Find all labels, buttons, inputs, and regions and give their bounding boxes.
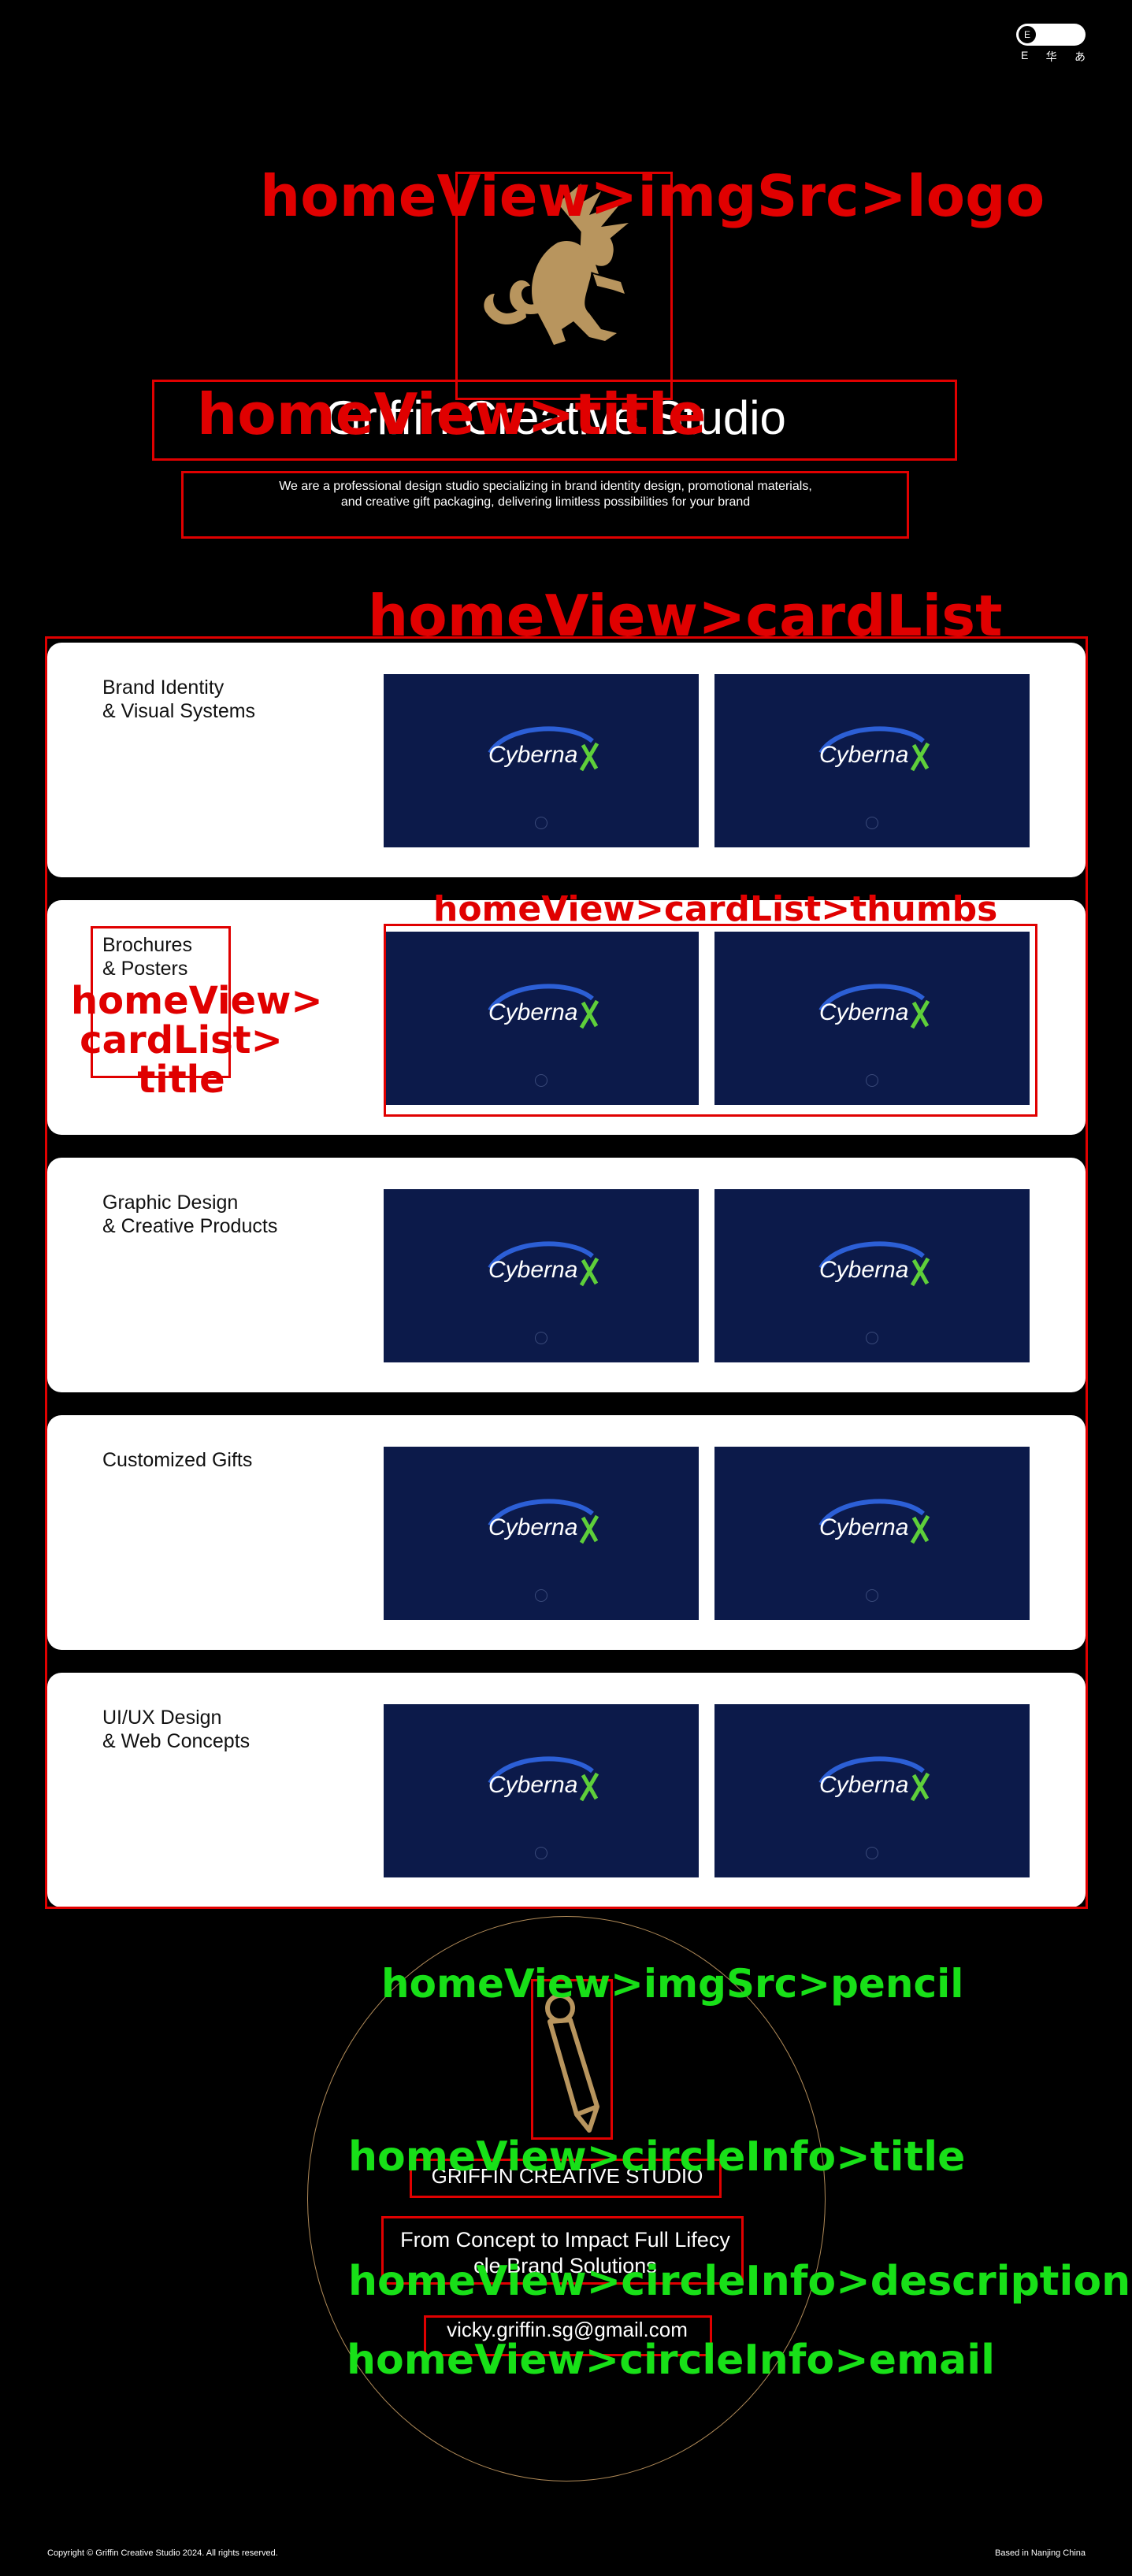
annotation-label-card-title-line-1: homeView> [71,979,323,1023]
lang-option-japanese[interactable]: あ [1074,49,1086,65]
language-toggle-knob[interactable]: E [1018,25,1037,44]
annotation-label-logo: homeView>imgSrc>logo [260,163,1045,229]
annotation-label-card-list: homeView>cardList [368,583,1003,649]
footer-location: Based in Nanjing China [995,2548,1086,2558]
footer-copyright: Copyright © Griffin Creative Studio 2024… [47,2548,278,2558]
language-toggle[interactable]: E [1016,24,1086,46]
annotation-label-title: homeView>title [197,381,707,447]
language-options: E 华 あ [1021,49,1086,65]
annotation-box-card-list [45,636,1088,1909]
annotation-label-pencil: homeView>imgSrc>pencil [381,1961,964,2007]
annotation-label-card-title: homeView> cardList> title [71,979,323,1102]
annotation-box-thumbs [384,924,1037,1117]
annotation-label-card-title-line-3: title [137,1058,225,1102]
lang-option-chinese[interactable]: 华 [1046,49,1057,65]
lang-option-english[interactable]: E [1021,49,1028,65]
annotation-box-description [181,471,909,539]
annotation-label-card-title-line-2: cardList> [80,1018,283,1062]
annotation-label-circle-title: homeView>circleInfo>title [348,2133,966,2181]
annotation-label-circle-description: homeView>circleInfo>description [348,2258,1131,2305]
annotation-label-circle-email: homeView>circleInfo>email [347,2337,995,2384]
annotation-label-thumbs: homeView>cardList>thumbs [433,889,998,929]
